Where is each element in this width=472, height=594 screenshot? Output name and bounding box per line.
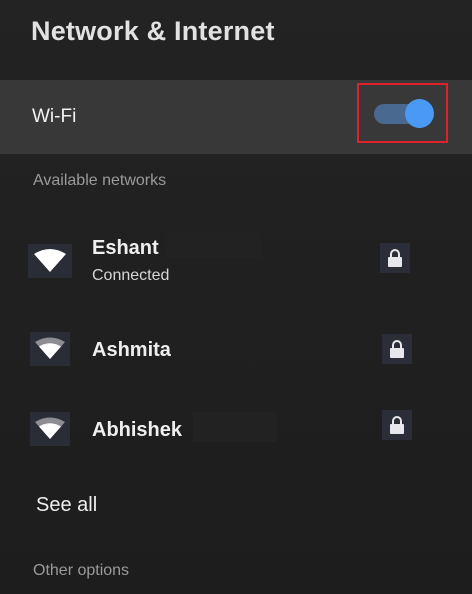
wifi-toggle-row[interactable]: Wi-Fi [0,80,472,154]
page-title: Network & Internet [31,16,275,46]
network-internet-screen: Network & Internet Wi-Fi Available netwo… [0,0,472,594]
network-item-abhishek[interactable]: Abhishek [0,402,472,462]
network-item-ashmita[interactable]: Ashmita [0,322,472,382]
wifi-toggle-switch[interactable] [374,99,434,129]
network-status: Connected [92,267,170,284]
lock-icon [382,334,412,364]
lock-icon [380,243,410,273]
lock-icon [382,410,412,440]
wifi-signal-strong-icon [30,412,70,446]
network-name: Eshant [92,237,159,259]
see-all-button[interactable]: See all [36,494,97,517]
network-name: Abhishek [92,419,183,441]
wifi-signal-strong-icon [30,332,70,366]
redaction-block [165,232,261,258]
network-name: Ashmita [92,339,171,361]
other-options-header: Other options [33,562,130,579]
network-item-eshant[interactable]: Eshant Connected [0,230,472,290]
toggle-knob [405,99,434,128]
wifi-signal-full-icon [28,244,72,278]
wifi-label: Wi-Fi [32,106,77,127]
redaction-block [193,412,277,442]
available-networks-header: Available networks [33,172,167,189]
